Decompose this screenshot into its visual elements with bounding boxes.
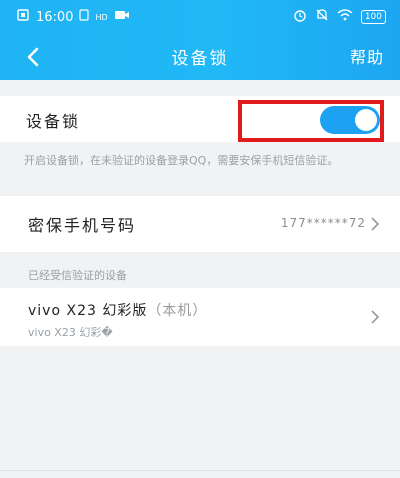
- notification-icon: [79, 9, 90, 25]
- device-lock-label: 设备锁: [26, 112, 81, 131]
- device-list-item[interactable]: vivo X23 幻彩版（本机） vivo X23 幻彩�: [0, 288, 400, 346]
- status-bar: 16:00 HD 100: [0, 0, 400, 34]
- sim-icon: [16, 8, 30, 26]
- device-name: vivo X23 幻彩版: [28, 303, 148, 319]
- app-header: 16:00 HD 100 设备锁 帮助: [0, 0, 400, 80]
- chevron-right-icon: [371, 310, 380, 324]
- secure-phone-row[interactable]: 密保手机号码 177******72: [0, 196, 400, 252]
- battery-icon: 100: [360, 9, 386, 24]
- help-button[interactable]: 帮助: [350, 44, 384, 68]
- nav-bar: 设备锁 帮助: [0, 34, 400, 80]
- device-name-line: vivo X23 幻彩版（本机）: [28, 300, 207, 320]
- device-model: vivo X23 幻彩�: [28, 326, 113, 339]
- verified-devices-header: 已经受信验证的设备: [28, 269, 127, 282]
- device-current-tag: （本机）: [147, 303, 208, 319]
- alarm-icon: [293, 8, 307, 25]
- secure-phone-value: 177******72: [280, 216, 366, 230]
- wifi-icon: [337, 9, 353, 24]
- chevron-right-icon: [371, 217, 380, 231]
- status-right: 100: [293, 8, 386, 25]
- status-time: 16:00: [36, 9, 74, 25]
- status-left: 16:00 HD: [16, 8, 130, 26]
- secure-phone-label: 密保手机号码: [28, 216, 137, 235]
- annotation-highlight-box: [238, 100, 384, 142]
- hd-icon: HD: [95, 12, 108, 22]
- device-lock-description: 开启设备锁，在未验证的设备登录QQ，需要安保手机短信验证。: [24, 154, 339, 167]
- page-title: 设备锁: [171, 49, 229, 69]
- video-icon: [114, 9, 130, 25]
- divider: [0, 470, 400, 471]
- mute-icon: [315, 8, 329, 25]
